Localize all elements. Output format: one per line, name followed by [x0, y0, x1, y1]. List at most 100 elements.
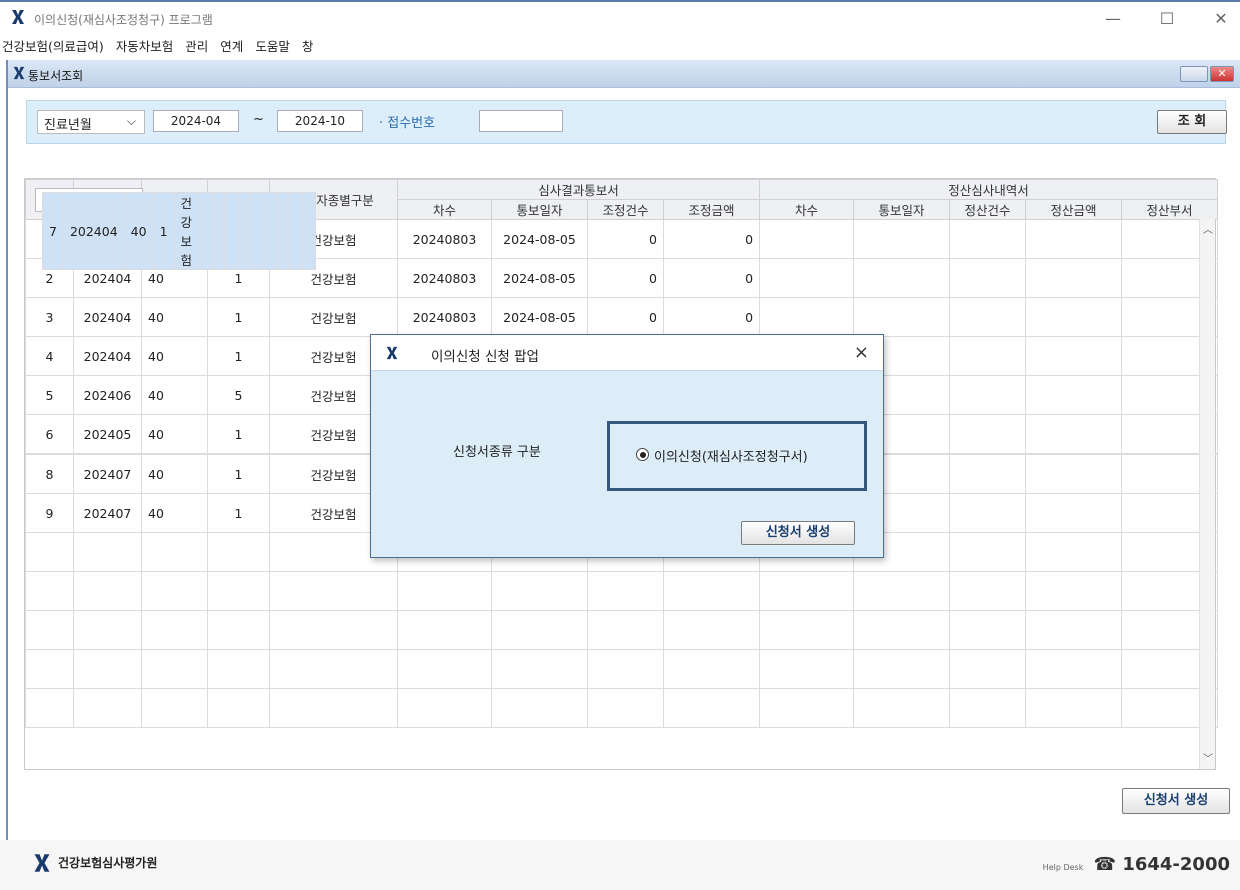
popup-close-icon[interactable]: ×: [854, 342, 869, 363]
menu-help[interactable]: 도움말: [255, 36, 290, 56]
child-close-button[interactable]: ✕: [1210, 66, 1234, 82]
empty-cell: [141, 649, 208, 689]
empty-cell: [587, 688, 664, 728]
empty-cell: [269, 610, 398, 650]
empty-cell: [1025, 610, 1123, 650]
cell-receipt: 40: [123, 192, 154, 270]
menu-bar: 건강보험(의료급여) 자동차보험 관리 연계 도움말 창: [0, 36, 1240, 56]
popup-create-button[interactable]: 신청서 생성: [741, 521, 855, 545]
cell-settle-empty: [1025, 297, 1123, 337]
period-type-select[interactable]: 진료년월 ⌵: [37, 110, 145, 134]
empty-cell: [1025, 571, 1123, 611]
cell-settle-empty: [276, 192, 291, 270]
objection-popup: 이의신청 신청 팝업 × 신청서종류 구분 이의신청(재심사조정청구서) 신청서…: [370, 334, 884, 558]
empty-cell: [587, 571, 664, 611]
header-settle-count: 정산건수: [949, 199, 1027, 220]
cell-settle-empty: [949, 336, 1027, 376]
cell-receipt: 40: [141, 493, 208, 533]
empty-cell: [73, 610, 142, 650]
table-row[interactable]: 7 202404 40 1 건강보험: [35, 188, 317, 270]
receipt-number-input[interactable]: [479, 110, 563, 132]
empty-cell: [207, 649, 270, 689]
create-application-button[interactable]: 신청서 생성: [1122, 788, 1230, 814]
cell-type: 건강보험: [173, 192, 200, 270]
header-result-group: 심사결과통보서: [396, 179, 761, 200]
empty-cell: [853, 571, 951, 611]
menu-auto-insurance[interactable]: 자동차보험: [116, 36, 174, 56]
cell-amount: 0: [662, 219, 761, 259]
application-type-label: 신청서종류 구분: [453, 445, 541, 460]
helpdesk: Help Desk ☎ 1644-2000: [1043, 854, 1230, 875]
cell-settle-empty: [263, 192, 278, 270]
scroll-up-icon[interactable]: ︿: [1203, 221, 1213, 236]
empty-cell: [207, 571, 270, 611]
scroll-down-icon[interactable]: ﹀: [1203, 750, 1213, 765]
empty-cell: [662, 571, 761, 611]
empty-cell: [141, 532, 208, 572]
objection-radio[interactable]: [636, 448, 649, 461]
header-result-amount: 조정금액: [662, 199, 761, 220]
empty-cell: [141, 610, 208, 650]
empty-cell: [491, 649, 588, 689]
empty-cell: [491, 688, 588, 728]
cell-month: 202404: [73, 297, 142, 337]
cell-settle-empty: [759, 258, 855, 298]
brand-logo-icon: [34, 854, 50, 872]
empty-cell: [207, 532, 270, 572]
child-title: 통보서조회: [28, 69, 84, 83]
menu-manage[interactable]: 관리: [185, 36, 208, 56]
cell-no: 3: [25, 297, 74, 337]
empty-cell: [73, 649, 142, 689]
cell-settle-empty: [1025, 414, 1123, 454]
empty-cell: [397, 610, 492, 650]
close-window-button[interactable]: ✕: [1206, 8, 1236, 30]
cell-settle-empty: [759, 297, 855, 337]
cell-month: 202404: [62, 192, 125, 270]
minimize-button[interactable]: —: [1098, 8, 1128, 30]
from-month-input[interactable]: 2024-04: [153, 110, 239, 132]
empty-row: [25, 571, 1219, 611]
footer: 건강보험심사평가원 Help Desk ☎ 1644-2000: [0, 840, 1240, 890]
cell-settle-empty: [949, 454, 1027, 494]
cell-round: 20240803: [397, 219, 492, 259]
empty-cell: [491, 610, 588, 650]
to-month-input[interactable]: 2024-10: [277, 110, 363, 132]
empty-cell: [397, 688, 492, 728]
objection-option-label[interactable]: 이의신청(재심사조정청구서): [654, 446, 808, 465]
empty-cell: [1025, 688, 1123, 728]
cell-claim: 1: [207, 414, 270, 454]
menu-link[interactable]: 연계: [220, 36, 243, 56]
header-result-count: 조정건수: [587, 199, 664, 220]
empty-cell: [207, 688, 270, 728]
child-titlebar: 통보서조회 ✕: [8, 60, 1240, 88]
empty-cell: [25, 532, 74, 572]
header-settle-amount: 정산금액: [1025, 199, 1123, 220]
cell-settle-empty: [949, 258, 1027, 298]
empty-cell: [25, 649, 74, 689]
cell-no: 7: [42, 192, 64, 270]
table-row[interactable]: 3 202404 40 1 건강보험 20240803 2024-08-05 0 0: [25, 297, 1219, 337]
empty-cell: [207, 610, 270, 650]
cell-no: 5: [25, 375, 74, 415]
cell-date: 2024-08-05: [491, 297, 588, 337]
cell-settle-empty: [949, 414, 1027, 454]
query-button[interactable]: 조 회: [1157, 110, 1227, 134]
child-minimize-button[interactable]: [1180, 66, 1208, 82]
brand-name: 건강보험심사평가원: [58, 856, 158, 870]
menu-health-insurance[interactable]: 건강보험(의료급여): [2, 36, 104, 56]
empty-row: [25, 688, 1219, 728]
brand-logo: 건강보험심사평가원: [32, 850, 157, 880]
header-settle-dept: 정산부서: [1121, 199, 1219, 220]
cell-settle-empty: [949, 493, 1027, 533]
menu-window[interactable]: 창: [302, 36, 314, 56]
cell-receipt: 40: [141, 454, 208, 494]
empty-cell: [25, 571, 74, 611]
maximize-button[interactable]: ☐: [1152, 8, 1182, 30]
window-titlebar: 이의신청(재심사조정청구) 프로그램 — ☐ ✕: [0, 0, 1240, 34]
vertical-scrollbar[interactable]: ︿ ﹀: [1199, 219, 1215, 769]
cell-month: 202407: [73, 454, 142, 494]
cell-settle-empty: [1025, 336, 1123, 376]
cell-settle-empty: [1025, 454, 1123, 494]
cell-round: [198, 192, 213, 270]
empty-cell: [949, 571, 1027, 611]
